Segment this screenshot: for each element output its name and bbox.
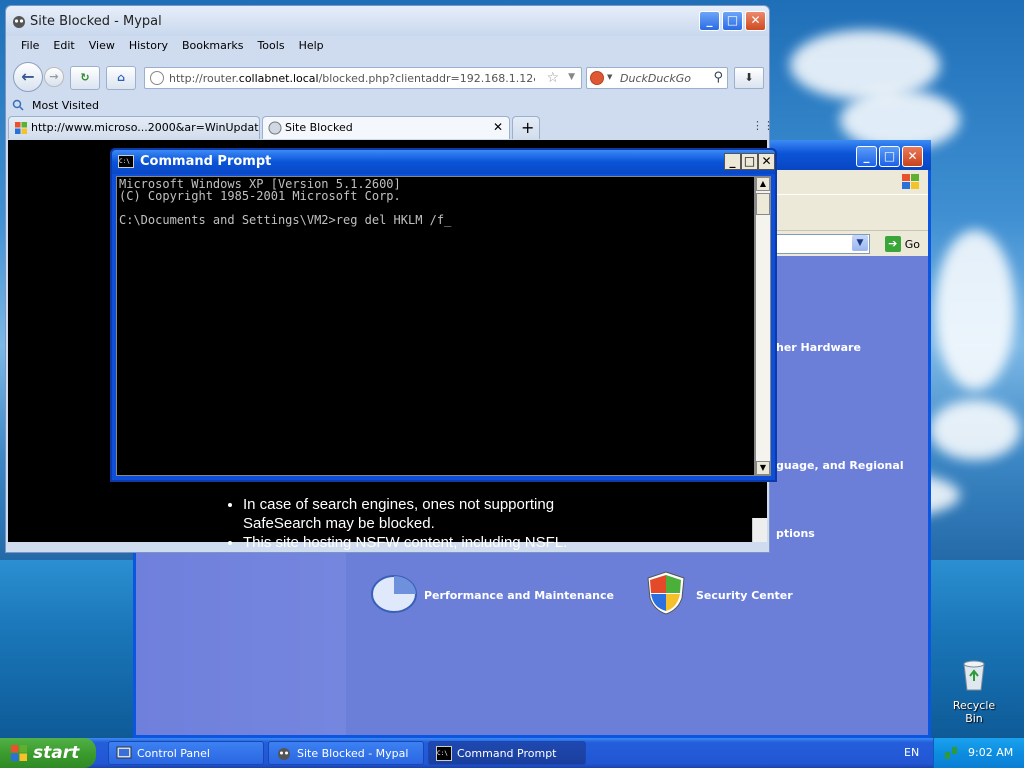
scroll-thumb[interactable]: [756, 193, 770, 215]
close-button[interactable]: ✕: [902, 146, 923, 167]
control-panel-icon: [116, 746, 132, 759]
start-label: start: [33, 743, 80, 763]
url-path: /blocked.php?clientaddr=192.168.1.12&cat…: [318, 72, 535, 85]
home-button[interactable]: ⌂: [106, 66, 136, 90]
console-line: (C) Copyright 1985-2001 Microsoft Corp.: [119, 189, 401, 203]
recycle-bin-icon: [963, 660, 985, 691]
task-label: Site Blocked - Mypal: [297, 747, 409, 760]
start-button[interactable]: start: [0, 738, 96, 768]
menu-bookmarks[interactable]: Bookmarks: [175, 37, 250, 57]
tab-label: http://www.microso...2000&ar=WinUpdate: [31, 121, 260, 134]
list-item: This site hosting NSFW content, includin…: [243, 533, 573, 552]
chevron-down-icon[interactable]: ▼: [852, 235, 868, 251]
mypal-logo-icon: [13, 16, 25, 28]
task-control-panel[interactable]: Control Panel: [108, 741, 264, 765]
back-button[interactable]: ←: [13, 62, 43, 92]
category-options[interactable]: ptions: [776, 527, 815, 540]
console-output[interactable]: Microsoft Windows XP [Version 5.1.2600] …: [116, 176, 755, 476]
tab-label: Site Blocked: [285, 121, 353, 134]
browser-menubar: File Edit View History Bookmarks Tools H…: [6, 37, 769, 57]
menu-help[interactable]: Help: [292, 37, 331, 57]
menu-edit[interactable]: Edit: [46, 37, 81, 57]
page-scrollbar[interactable]: [752, 518, 767, 542]
task-label: Command Prompt: [457, 747, 557, 760]
menu-view[interactable]: View: [82, 37, 122, 57]
tab-windows-update[interactable]: http://www.microso...2000&ar=WinUpdate: [8, 116, 260, 139]
url-text: http://router.collabnet.local/blocked.ph…: [169, 72, 535, 85]
forward-button[interactable]: →: [44, 67, 64, 87]
tab-site-blocked[interactable]: Site Blocked ✕: [262, 116, 510, 139]
menu-file[interactable]: File: [14, 37, 46, 57]
scroll-up-icon[interactable]: ▲: [756, 177, 770, 191]
windows-logo-icon: [11, 745, 27, 761]
console-command-line: C:\Documents and Settings\VM2>reg del HK…: [119, 213, 452, 227]
minimize-button[interactable]: _: [699, 11, 720, 31]
recycle-bin[interactable]: Recycle Bin: [946, 656, 1002, 725]
menu-history[interactable]: History: [122, 37, 175, 57]
close-button[interactable]: ✕: [745, 11, 766, 31]
duckduckgo-icon: [590, 71, 604, 85]
chevron-down-icon[interactable]: ▼: [568, 72, 575, 82]
tab-strip: http://www.microso...2000&ar=WinUpdate S…: [6, 116, 774, 140]
tab-list-icon[interactable]: ⋮⋮: [752, 119, 774, 132]
minimize-button[interactable]: _: [724, 153, 741, 170]
category-performance[interactable]: Performance and Maintenance: [424, 589, 614, 602]
recycle-bin-label: Recycle Bin: [952, 699, 996, 725]
minimize-button[interactable]: _: [856, 146, 877, 167]
go-label: Go: [904, 237, 920, 251]
url-bar[interactable]: http://router.collabnet.local/blocked.ph…: [144, 67, 582, 89]
url-host: http://router.: [169, 72, 239, 85]
command-prompt-title: Command Prompt: [140, 154, 272, 169]
maximize-button[interactable]: □: [879, 146, 900, 167]
category-hardware[interactable]: her Hardware: [776, 341, 861, 354]
bookmarks-toolbar: Most Visited: [6, 96, 769, 116]
performance-icon: [371, 575, 417, 613]
blocked-reasons-list: In case of search engines, ones not supp…: [203, 495, 573, 552]
console-scrollbar[interactable]: ▲ ▼: [755, 176, 771, 476]
search-icon[interactable]: ⚲: [713, 70, 723, 85]
most-visited-bookmark[interactable]: Most Visited: [32, 99, 99, 112]
go-button[interactable]: ➔ Go: [884, 235, 920, 253]
search-placeholder: DuckDuckGo: [620, 72, 691, 85]
bookmark-star-icon[interactable]: ☆: [546, 70, 559, 86]
language-indicator[interactable]: EN: [904, 746, 919, 759]
new-tab-button[interactable]: +: [512, 116, 540, 139]
browser-title: Site Blocked - Mypal: [30, 14, 162, 29]
reload-button[interactable]: ↻: [70, 66, 100, 90]
menu-tools[interactable]: Tools: [250, 37, 291, 57]
clock[interactable]: 9:02 AM: [968, 746, 1013, 759]
navigation-toolbar: ← → ↻ ⌂ http://router.collabnet.local/bl…: [6, 58, 769, 96]
security-shield-icon: [647, 571, 685, 615]
category-security-center[interactable]: Security Center: [696, 589, 793, 602]
category-regional[interactable]: guage, and Regional: [776, 459, 904, 472]
mypal-logo-icon: [278, 748, 290, 760]
list-item: In case of search engines, ones not supp…: [243, 495, 573, 533]
go-arrow-icon: ➔: [884, 236, 901, 252]
close-button[interactable]: ✕: [758, 153, 775, 170]
scroll-down-icon[interactable]: ▼: [756, 461, 770, 475]
maximize-button[interactable]: □: [722, 11, 743, 31]
globe-icon: [150, 71, 164, 85]
windows-logo-icon: [15, 122, 27, 134]
most-visited-icon: [12, 99, 24, 111]
task-label: Control Panel: [137, 747, 210, 760]
system-tray: 9:02 AM: [933, 738, 1024, 768]
globe-icon: [268, 121, 282, 135]
cmd-icon: C:\: [436, 746, 452, 761]
command-prompt-titlebar[interactable]: C:\ Command Prompt _ □ ✕: [112, 150, 775, 174]
taskbar: start Control Panel Site Blocked - Mypal…: [0, 738, 1024, 768]
cmd-icon: C:\: [118, 155, 134, 168]
network-icon[interactable]: [944, 746, 958, 760]
search-box[interactable]: ▼ DuckDuckGo ⚲: [586, 67, 728, 89]
download-button[interactable]: ⬇: [734, 67, 764, 89]
command-prompt-window[interactable]: C:\ Command Prompt _ □ ✕ Microsoft Windo…: [110, 148, 777, 482]
windows-logo-icon: [902, 174, 919, 189]
tab-close-icon[interactable]: ✕: [493, 120, 503, 134]
url-domain: collabnet.local: [238, 72, 319, 85]
browser-titlebar[interactable]: Site Blocked - Mypal _ □ ✕: [6, 6, 769, 36]
chevron-down-icon[interactable]: ▼: [607, 73, 612, 81]
task-command-prompt[interactable]: C:\ Command Prompt: [428, 741, 586, 765]
maximize-button[interactable]: □: [741, 153, 758, 170]
task-browser[interactable]: Site Blocked - Mypal: [268, 741, 424, 765]
